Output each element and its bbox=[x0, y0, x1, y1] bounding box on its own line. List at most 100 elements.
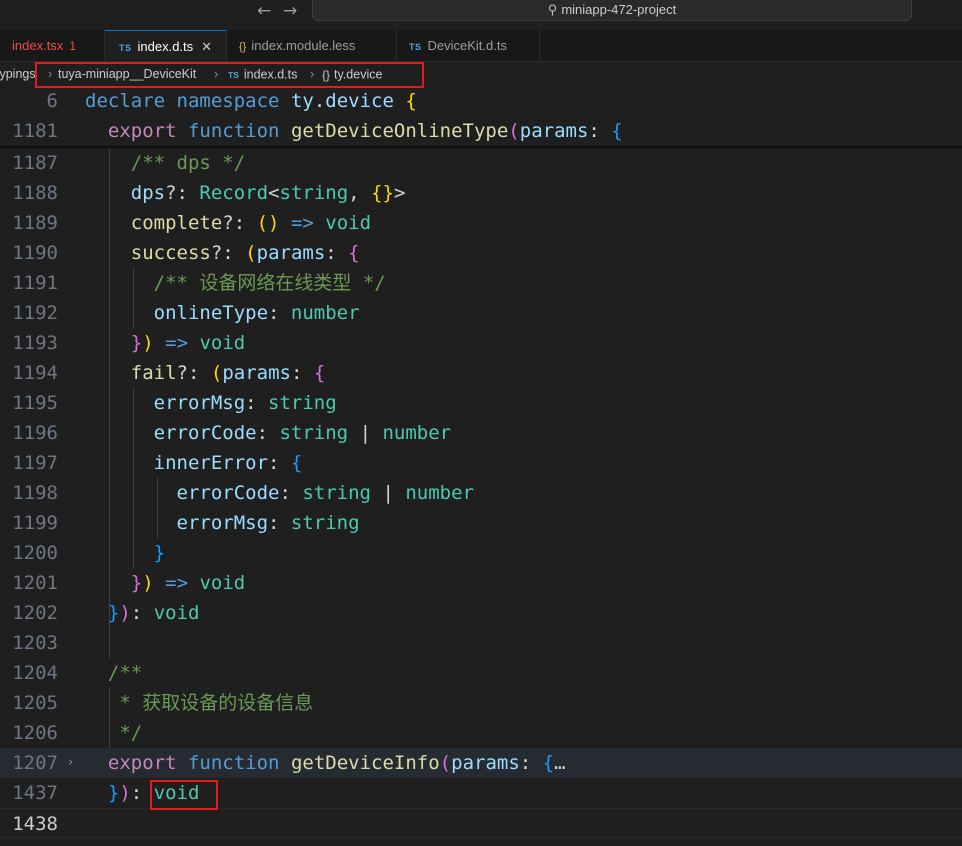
code-text: }) => void bbox=[85, 328, 245, 358]
tab-label: index.d.ts bbox=[137, 39, 194, 54]
code-token: number bbox=[405, 482, 474, 504]
code-token: : bbox=[279, 482, 303, 504]
breadcrumb-item-typings[interactable]: typings bbox=[0, 62, 36, 86]
code-token: /** bbox=[107, 662, 143, 684]
tab-index-d-ts[interactable]: TS index.d.ts ✕ bbox=[105, 30, 227, 61]
command-center-search[interactable]: ⚲ miniapp-472-project bbox=[312, 0, 912, 21]
typescript-file-icon: TS bbox=[228, 69, 239, 80]
code-editor[interactable]: 6 declare namespace ty.device {1181 expor… bbox=[0, 86, 962, 846]
less-file-icon: {} bbox=[239, 41, 247, 53]
code-line[interactable]: 1197 innerError: { bbox=[0, 448, 962, 478]
code-token: innerError bbox=[153, 452, 269, 474]
code-token: ty bbox=[290, 90, 314, 112]
tab-index-module-less[interactable]: {} index.module.less bbox=[227, 30, 397, 61]
line-number: 1438 bbox=[12, 813, 58, 835]
code-line[interactable]: 1206 */ bbox=[0, 718, 962, 748]
line-number: 1189 bbox=[12, 212, 58, 234]
namespace-icon: {} bbox=[322, 67, 331, 82]
code-line[interactable]: 1199 errorMsg: string bbox=[0, 508, 962, 538]
line-number: 1197 bbox=[12, 452, 58, 474]
code-text: errorCode: string | number bbox=[85, 478, 474, 508]
code-text: declare namespace ty.device { bbox=[85, 86, 417, 116]
code-line[interactable]: 1207 › export function getDeviceInfo(para… bbox=[0, 748, 962, 778]
breadcrumb-item-namespace[interactable]: {} ty.device bbox=[322, 62, 382, 87]
code-token: number bbox=[382, 422, 452, 444]
search-text: miniapp-472-project bbox=[561, 2, 677, 17]
code-token: {} bbox=[371, 182, 394, 204]
code-line[interactable]: 6 declare namespace ty.device { bbox=[0, 86, 962, 116]
chevron-right-icon: › bbox=[310, 67, 315, 81]
code-line[interactable]: 1190 success?: (params: { bbox=[0, 238, 962, 268]
code-text: }): void bbox=[85, 778, 200, 808]
code-line[interactable]: 1181 export function getDeviceOnlineType… bbox=[0, 116, 962, 146]
line-number: 1198 bbox=[12, 482, 58, 504]
code-line[interactable]: 1201 }) => void bbox=[0, 568, 962, 598]
code-line[interactable]: 1205 * 获取设备的设备信息 bbox=[0, 688, 962, 718]
line-number: 1192 bbox=[12, 302, 58, 324]
code-line[interactable]: 1192 onlineType: number bbox=[0, 298, 962, 328]
code-line[interactable]: 1437 }): void bbox=[0, 778, 962, 808]
code-line[interactable]: 1200 } bbox=[0, 538, 962, 568]
code-token: : bbox=[290, 362, 314, 384]
code-token: export bbox=[107, 752, 177, 774]
code-line[interactable]: 1194 fail?: (params: { bbox=[0, 358, 962, 388]
code-line[interactable]: 1193 }) => void bbox=[0, 328, 962, 358]
typescript-file-icon: TS bbox=[119, 43, 132, 53]
breadcrumb: typings › tuya-miniapp__DeviceKit › TS in… bbox=[0, 62, 962, 86]
code-token: : bbox=[268, 452, 291, 474]
fold-chevron-icon[interactable]: › bbox=[68, 748, 73, 778]
breadcrumb-item-folder[interactable]: tuya-miniapp__DeviceKit bbox=[58, 62, 196, 86]
code-token: fail bbox=[130, 362, 177, 384]
code-line[interactable]: 1196 errorCode: string | number bbox=[0, 418, 962, 448]
code-line[interactable]: 1187 /** dps */ bbox=[0, 148, 962, 178]
code-token: => bbox=[165, 332, 189, 354]
code-line[interactable]: 1191 /** 设备网络在线类型 */ bbox=[0, 268, 962, 298]
code-line[interactable]: 1203 bbox=[0, 628, 962, 658]
code-line[interactable]: 1438 bbox=[0, 808, 962, 838]
code-line[interactable]: 1198 errorCode: string | number bbox=[0, 478, 962, 508]
code-line[interactable]: 1195 errorMsg: string bbox=[0, 388, 962, 418]
code-text: /** dps */ bbox=[85, 148, 245, 178]
line-number: 1205 bbox=[12, 692, 58, 714]
code-token: namespace bbox=[176, 90, 280, 112]
code-token: function bbox=[187, 752, 280, 774]
code-token: : bbox=[325, 242, 349, 264]
code-line[interactable]: 1188 dps?: Record<string, {}> bbox=[0, 178, 962, 208]
code-line[interactable]: 1189 complete?: () => void bbox=[0, 208, 962, 238]
code-token: ?: bbox=[210, 242, 246, 264]
tab-index-tsx[interactable]: index.tsx 1 bbox=[0, 30, 105, 61]
chevron-right-icon: › bbox=[214, 67, 219, 81]
code-token: { bbox=[611, 120, 623, 142]
code-token: string bbox=[302, 482, 371, 504]
code-text: }) => void bbox=[85, 568, 245, 598]
code-token: /** dps */ bbox=[130, 152, 246, 174]
line-number: 1204 bbox=[12, 662, 58, 684]
tab-devicekit-d-ts[interactable]: TS DeviceKit.d.ts bbox=[397, 30, 540, 61]
code-token: string bbox=[279, 422, 349, 444]
breadcrumb-item-file[interactable]: TS index.d.ts bbox=[228, 62, 297, 87]
back-arrow-icon[interactable]: ← bbox=[257, 2, 271, 20]
line-number: 1191 bbox=[12, 272, 58, 294]
tab-label: DeviceKit.d.ts bbox=[427, 38, 507, 53]
code-token: device bbox=[325, 90, 394, 112]
title-bar: ← → ⚲ miniapp-472-project bbox=[0, 0, 962, 30]
forward-arrow-icon[interactable]: → bbox=[283, 2, 297, 20]
code-token: : bbox=[268, 512, 291, 534]
code-text: * 获取设备的设备信息 bbox=[85, 688, 313, 718]
close-icon[interactable]: ✕ bbox=[201, 39, 212, 54]
code-token: errorMsg bbox=[176, 512, 269, 534]
code-line[interactable]: 1202 }): void bbox=[0, 598, 962, 628]
line-number: 1195 bbox=[12, 392, 58, 414]
code-token: ) bbox=[119, 782, 131, 804]
code-token: ( bbox=[439, 752, 452, 774]
code-token: < bbox=[268, 182, 280, 204]
code-token: errorCode bbox=[153, 422, 257, 444]
code-line[interactable]: 1204 /** bbox=[0, 658, 962, 688]
